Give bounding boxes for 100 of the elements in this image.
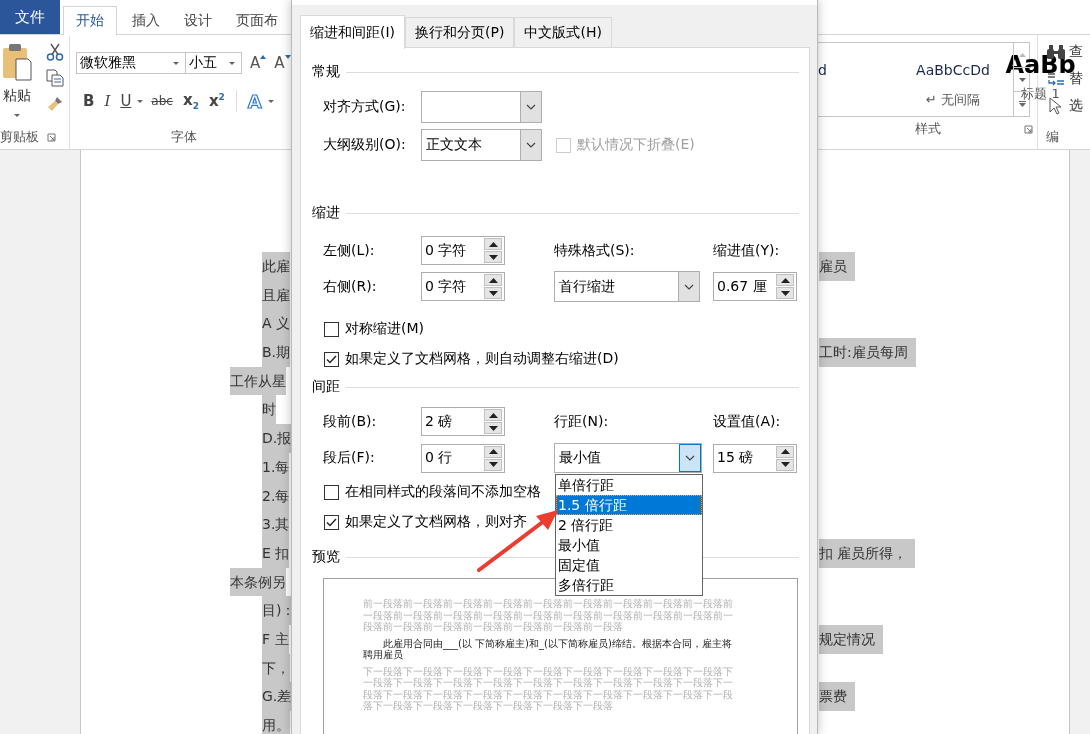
number-field[interactable]: 15 磅 (713, 443, 797, 473)
font-size-field[interactable]: 小五 (186, 52, 242, 74)
spin-down-button[interactable] (484, 458, 502, 471)
field-label: 段后(F): (323, 449, 376, 467)
file-tab[interactable]: 文件 (0, 0, 60, 34)
dialog-tab[interactable]: 缩进和间距(I) (300, 15, 406, 49)
spin-down-button[interactable] (776, 458, 794, 471)
checkbox[interactable] (324, 514, 339, 530)
font-name-field[interactable]: 微软雅黑 (76, 52, 186, 74)
group-label: 剪贴板 (0, 128, 39, 146)
dropdown-field[interactable]: 首行缩进 (554, 271, 700, 302)
triangle-up-icon (1019, 52, 1026, 57)
style-sample[interactable]: d (818, 55, 827, 85)
triangle-down-icon (488, 425, 498, 431)
section-title: 间距 (312, 378, 340, 396)
triangle-up-icon (780, 449, 790, 454)
field-label: 缩进值(Y): (713, 241, 781, 260)
document-text: 雇员 (819, 252, 855, 281)
spin-up-button[interactable] (484, 274, 502, 286)
ribbon-tab[interactable]: 设计 (172, 6, 224, 36)
paintbrush-icon[interactable] (46, 95, 64, 113)
dropdown-field[interactable]: 正文文本 (421, 129, 542, 161)
format-button[interactable]: U (117, 92, 135, 110)
ribbon-tab[interactable]: 页面布 (224, 6, 290, 36)
caret-icon[interactable] (136, 98, 145, 104)
copy-icon[interactable] (46, 69, 64, 87)
document-text: 下， (262, 653, 290, 683)
field-label: 设置值(A): (713, 412, 782, 431)
checkbox-label: 在相同样式的段落间不添加空格 (345, 483, 541, 501)
document-text: 时 (262, 395, 276, 425)
chevron-down-icon (525, 102, 537, 112)
document-text: 工作从星 (230, 366, 286, 396)
spin-down-button[interactable] (776, 287, 794, 299)
format-button[interactable]: abc (148, 94, 176, 108)
dropdown-field[interactable]: 最小值 (554, 443, 702, 473)
spin-down-button[interactable] (484, 422, 502, 434)
dropdown-option[interactable]: 多倍行距 (556, 575, 702, 595)
spin-down-button[interactable] (484, 251, 502, 263)
dropdown-option[interactable]: 1.5 倍行距 (556, 495, 702, 515)
preview-text: 此雇用合同由___(以 下简称雇主)和_(以下简称雇员)缔结。根据本合同，雇主将聘用雇员 (363, 637, 733, 661)
spin-up-button[interactable] (776, 274, 794, 286)
checkbox[interactable] (324, 484, 339, 500)
shrink-font-button[interactable]: A (274, 54, 291, 72)
document-text: 用。 (262, 711, 290, 734)
paste-button[interactable]: 粘贴 (0, 43, 34, 125)
spin-up-button[interactable] (776, 445, 794, 458)
caret-icon (172, 60, 180, 66)
triangle-down-icon (780, 462, 790, 467)
checkbox[interactable] (324, 321, 339, 337)
document-text: E 扣 (262, 538, 290, 568)
format-button[interactable]: B (80, 92, 98, 110)
triangle-up-icon (488, 449, 498, 454)
number-field[interactable]: 0 行 (421, 443, 505, 473)
more-icon (1019, 101, 1026, 108)
spin-down-button[interactable] (484, 287, 502, 299)
triangle-up-icon (260, 55, 267, 59)
checkbox-label: 默认情况下折叠(E) (577, 136, 695, 154)
scissors-icon[interactable] (46, 43, 64, 61)
checkbox[interactable] (324, 351, 339, 367)
checkbox-label: 如果定义了文档网格，则自动调整右缩进(D) (345, 350, 619, 368)
triangle-down-icon (488, 462, 498, 467)
triangle-up-icon (488, 277, 498, 283)
dropdown-option[interactable]: 最小值 (556, 535, 702, 555)
caret-icon[interactable] (266, 98, 275, 104)
number-field[interactable]: 0.67 厘 (713, 272, 797, 301)
document-text: 此雇 (262, 252, 290, 281)
launcher-icon[interactable] (1024, 124, 1033, 134)
number-field[interactable]: 0 字符 (421, 272, 505, 301)
spin-up-button[interactable] (484, 409, 502, 421)
dropdown-field[interactable] (421, 91, 542, 123)
field-label: 行距(N): (554, 412, 610, 431)
field-label: 段前(B): (323, 412, 378, 431)
group-label: 字体 (170, 128, 197, 146)
text-effects-button[interactable]: A (244, 90, 265, 112)
document-text: 工时:雇员每周 (819, 338, 916, 367)
number-field[interactable]: 2 磅 (421, 407, 505, 436)
spin-up-button[interactable] (484, 445, 502, 458)
ribbon-tab[interactable]: 插入 (120, 6, 172, 36)
format-button[interactable]: I (101, 92, 114, 110)
number-field[interactable]: 0 字符 (421, 236, 505, 265)
document-text: B.期 (262, 338, 291, 367)
field-label: 大纲级别(O): (323, 136, 407, 154)
dialog-tab[interactable]: 中文版式(H) (514, 17, 612, 47)
format-button[interactable]: x$_{2}$ (179, 91, 202, 111)
triangle-down-icon (488, 254, 498, 260)
style-name[interactable]: ↵ 无间隔 (926, 91, 980, 109)
checkbox-label: 对称缩进(M) (345, 320, 424, 338)
ribbon-tab[interactable]: 开始 (63, 6, 117, 36)
dialog-tab[interactable]: 换行和分页(P) (405, 17, 515, 47)
dropdown-option[interactable]: 固定值 (556, 555, 702, 575)
launcher-icon[interactable] (47, 132, 56, 142)
triangle-down-icon (284, 55, 291, 59)
document-text: 票费 (819, 682, 855, 711)
format-button[interactable]: x$^{2}$ (205, 92, 228, 110)
dropdown-option[interactable]: 单倍行距 (556, 475, 702, 495)
spin-up-button[interactable] (484, 238, 502, 250)
style-sample[interactable]: AaBbCcDd (916, 55, 990, 85)
dropdown-option[interactable]: 2 倍行距 (556, 515, 702, 535)
grow-font-button[interactable]: A (250, 54, 267, 72)
dropdown-button[interactable] (679, 444, 701, 472)
